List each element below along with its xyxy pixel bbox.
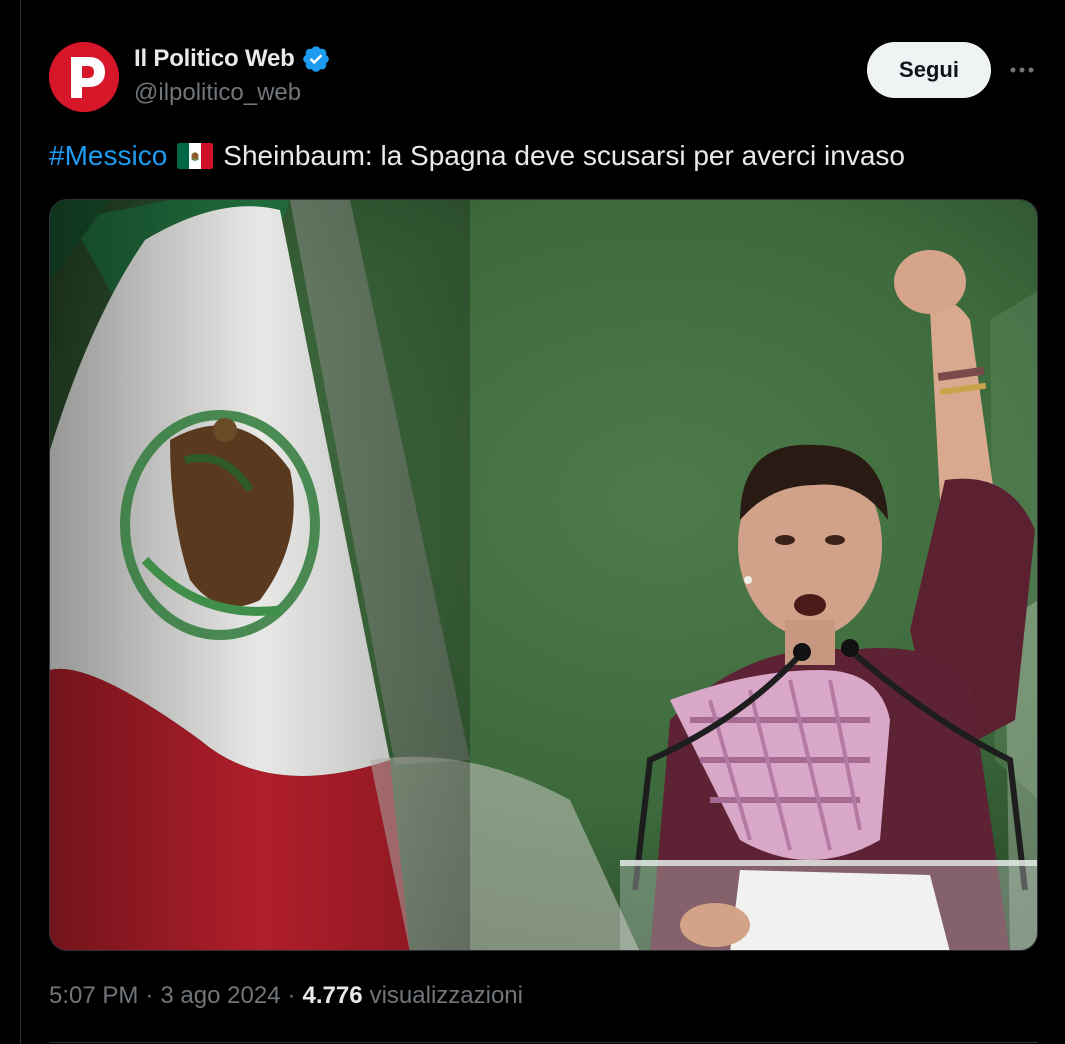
more-horizontal-icon [1010, 67, 1034, 73]
tweet-meta: 5:07 PM · 3 ago 2024 · 4.776 visualizzaz… [49, 982, 523, 1010]
meta-separator: · [145, 982, 154, 1009]
more-options-button[interactable] [1004, 52, 1040, 88]
verified-badge-icon [301, 44, 331, 74]
left-divider [20, 0, 21, 1044]
tweet-date[interactable]: 3 ago 2024 [160, 982, 280, 1010]
mexico-flag-icon [177, 143, 214, 169]
tweet-body-text: Sheinbaum: la Spagna deve scusarsi per a… [223, 140, 905, 171]
tweet-text: #Messico Sheinbaum: la Spagna deve scusa… [49, 138, 905, 174]
tweet-photo[interactable] [49, 199, 1038, 951]
bottom-divider [49, 1042, 1038, 1043]
author-display-name[interactable]: Il Politico Web [134, 45, 295, 73]
tweet-time[interactable]: 5:07 PM [49, 982, 138, 1010]
author-name-row[interactable]: Il Politico Web [134, 44, 331, 74]
author-handle[interactable]: @ilpolitico_web [134, 79, 301, 107]
photo-image [50, 200, 1037, 950]
hashtag-link[interactable]: #Messico [49, 138, 167, 174]
views-label: visualizzazioni [369, 982, 523, 1009]
views-count: 4.776 [302, 982, 363, 1009]
avatar[interactable] [49, 42, 119, 112]
follow-button[interactable]: Segui [867, 42, 991, 98]
meta-separator: · [287, 982, 296, 1009]
avatar-logo-icon [49, 42, 119, 112]
